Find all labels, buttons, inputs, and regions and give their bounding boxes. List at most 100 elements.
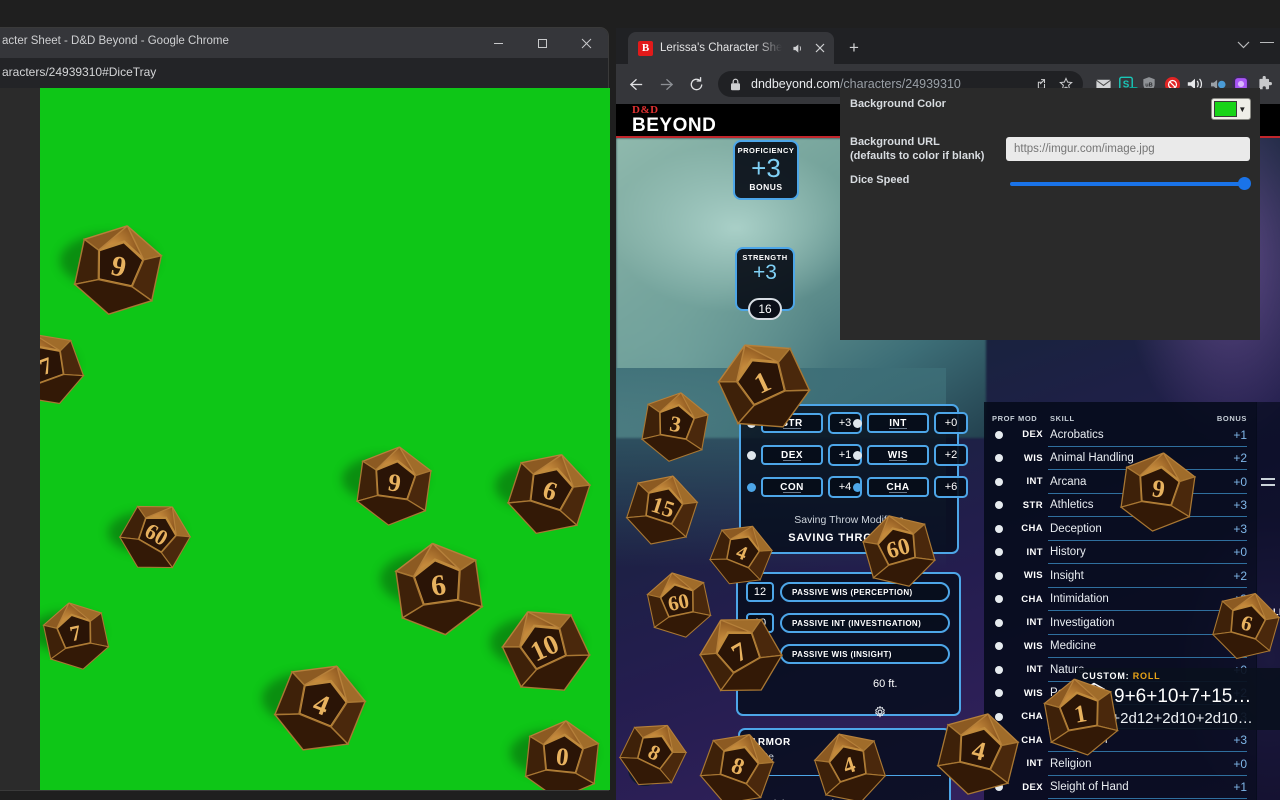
svg-text:uB: uB — [1145, 82, 1153, 88]
sense-value: 12 — [746, 582, 774, 602]
proficiency-bonus-box[interactable]: PROFICIENCY +3 BONUS — [733, 140, 799, 201]
new-tab-button[interactable]: + — [840, 34, 868, 62]
dice-d10[interactable]: 60 — [108, 500, 192, 574]
dice-settings-panel: Background Color ▼ Background URL (defau… — [840, 88, 1260, 340]
skill-proficiency-dot[interactable] — [992, 477, 1018, 486]
background-color-swatch[interactable] — [1214, 101, 1237, 117]
custom-roll-total: 9+6+10+7+15… — [1114, 685, 1252, 707]
chevron-down-icon[interactable] — [1237, 36, 1250, 54]
skill-row[interactable]: DEX Acrobatics +1 — [992, 423, 1247, 447]
saving-throw-row[interactable]: WIS +2 — [853, 444, 968, 466]
chevron-down-icon[interactable]: ▼ — [1237, 105, 1248, 114]
window-minimize-line[interactable] — [1260, 42, 1274, 43]
skill-row[interactable]: INT Investigation +0 — [992, 611, 1247, 635]
senses-panel: 12 PASSIVE WIS (PERCEPTION) 10 PASSIVE INT … — [736, 572, 961, 718]
forward-arrow-icon[interactable] — [652, 70, 680, 98]
tab-title: Lerissa's Character Sheet - D — [660, 42, 782, 54]
skill-proficiency-dot[interactable] — [992, 501, 1018, 510]
sense-label: PASSIVE WIS (PERCEPTION) — [780, 582, 950, 602]
dnd-beyond-logo[interactable]: D&D BEYOND — [632, 105, 716, 136]
skill-proficiency-dot[interactable] — [992, 524, 1018, 533]
dice-speed-slider[interactable] — [1010, 174, 1251, 194]
dice-d20[interactable]: 6 — [380, 540, 488, 638]
skill-proficiency-dot[interactable] — [992, 759, 1018, 768]
dice-d20[interactable]: 10 — [490, 605, 592, 697]
browser-tab[interactable]: B Lerissa's Character Sheet - D — [628, 32, 834, 64]
saving-throw-proficiency-dot[interactable] — [747, 450, 756, 460]
skill-proficiency-dot[interactable] — [992, 712, 1018, 721]
skill-proficiency-dot[interactable] — [992, 783, 1018, 792]
skill-proficiency-dot[interactable] — [992, 454, 1018, 463]
skill-proficiency-dot[interactable] — [992, 595, 1018, 604]
background-color-picker[interactable]: ▼ — [1211, 98, 1251, 120]
close-icon[interactable] — [564, 28, 608, 58]
custom-roll-tooltip[interactable]: CUSTOM: ROLL 9+6+10+7+15… 5d20+2d12+2d10… — [1076, 668, 1280, 730]
skill-bonus: +2 — [1233, 568, 1247, 583]
skill-proficiency-dot[interactable] — [992, 571, 1018, 580]
rail-menu-icon[interactable] — [1261, 478, 1275, 490]
saving-throw-row[interactable]: STR +3 — [747, 412, 862, 434]
dice-d20[interactable]: 6 — [495, 450, 593, 538]
left-address-text[interactable]: aracters/24939310#DiceTray — [2, 65, 156, 79]
dice-d12[interactable]: 9 — [60, 222, 166, 318]
skill-proficiency-dot[interactable] — [992, 689, 1018, 698]
saving-throw-proficiency-dot[interactable] — [853, 418, 862, 428]
skill-ability: CHA — [1021, 711, 1043, 723]
skill-row[interactable]: WIS Medicine +2 — [992, 635, 1247, 659]
skill-name: Animal Handling — [1050, 452, 1134, 465]
skill-row[interactable]: INT Arcana +0 — [992, 470, 1247, 494]
sense-row[interactable]: 12 PASSIVE WIS (INSIGHT) — [746, 644, 950, 664]
skill-proficiency-dot[interactable] — [992, 430, 1018, 439]
skill-row[interactable]: INT History +0 — [992, 541, 1247, 565]
skill-ability: INT — [1026, 546, 1043, 558]
sense-row[interactable]: 10 PASSIVE INT (INVESTIGATION) — [746, 613, 950, 633]
saving-throw-proficiency-dot[interactable] — [747, 418, 756, 428]
saving-throw-row[interactable]: INT +0 — [853, 412, 968, 434]
saving-throw-row[interactable]: CON +4 — [747, 476, 862, 498]
skill-row[interactable]: CHA Intimidation +3 — [992, 588, 1247, 612]
dice-d10[interactable]: 7 — [40, 330, 86, 408]
skill-row[interactable]: WIS Insight +2 — [992, 564, 1247, 588]
skill-row[interactable]: WIS Animal Handling +2 — [992, 447, 1247, 471]
gear-icon[interactable] — [874, 705, 886, 723]
dice-speed-knob[interactable] — [1238, 177, 1251, 190]
maximize-icon[interactable] — [520, 28, 564, 58]
saving-throw-value[interactable]: +6 — [934, 476, 968, 498]
skill-row[interactable]: CHA Persuasion +3 — [992, 729, 1247, 753]
rail-label: CLI — [1266, 607, 1280, 617]
close-tab-icon[interactable] — [812, 40, 828, 56]
saving-throw-value[interactable]: +2 — [934, 444, 968, 466]
skill-row[interactable]: STR Athletics +3 — [992, 494, 1247, 518]
minimize-icon[interactable] — [476, 28, 520, 58]
skill-proficiency-dot[interactable] — [992, 736, 1018, 745]
settings-panel-edge — [1258, 88, 1260, 340]
saving-throw-value[interactable]: +0 — [934, 412, 968, 434]
skill-proficiency-dot[interactable] — [992, 665, 1018, 674]
skill-row[interactable]: INT Religion +0 — [992, 752, 1247, 776]
skill-row[interactable]: CHA Deception +3 — [992, 517, 1247, 541]
skill-proficiency-dot[interactable] — [992, 618, 1018, 627]
dice-tray-green-screen[interactable]: 9 7 9 60 7 6 6 10 0 4 — [40, 88, 610, 790]
saving-throw-row[interactable]: CHA +6 — [853, 476, 968, 498]
dice-d8[interactable]: 7 — [40, 600, 112, 672]
speaker-icon[interactable] — [789, 40, 805, 56]
back-arrow-icon[interactable] — [622, 70, 650, 98]
dice-d4[interactable]: 4 — [262, 660, 368, 756]
saving-throw-proficiency-dot[interactable] — [853, 482, 862, 492]
sense-row[interactable]: 12 PASSIVE WIS (PERCEPTION) — [746, 582, 950, 602]
background-url-input[interactable] — [1006, 137, 1250, 161]
skill-proficiency-dot[interactable] — [992, 642, 1018, 651]
armor-panel[interactable]: ARMOR Plate NS Light, Dagge f, — [738, 728, 951, 800]
dice-d20[interactable]: 9 — [342, 444, 436, 528]
dice-tray-button[interactable] — [628, 752, 662, 786]
saving-throw-row[interactable]: DEX +1 — [747, 444, 862, 466]
skill-row[interactable]: DEX Sleight of Hand +1 — [992, 776, 1247, 800]
reload-icon[interactable] — [682, 70, 710, 98]
strength-stat-box[interactable]: STRENGTH +3 16 — [735, 247, 795, 320]
saving-throw-proficiency-dot[interactable] — [747, 482, 756, 492]
gear-icon[interactable] — [899, 531, 910, 546]
skill-proficiency-dot[interactable] — [992, 548, 1018, 557]
saving-throw-proficiency-dot[interactable] — [853, 450, 862, 460]
dice-d10[interactable]: 0 — [510, 718, 604, 790]
saving-throws-title[interactable]: SAVING THROWS — [741, 531, 957, 546]
